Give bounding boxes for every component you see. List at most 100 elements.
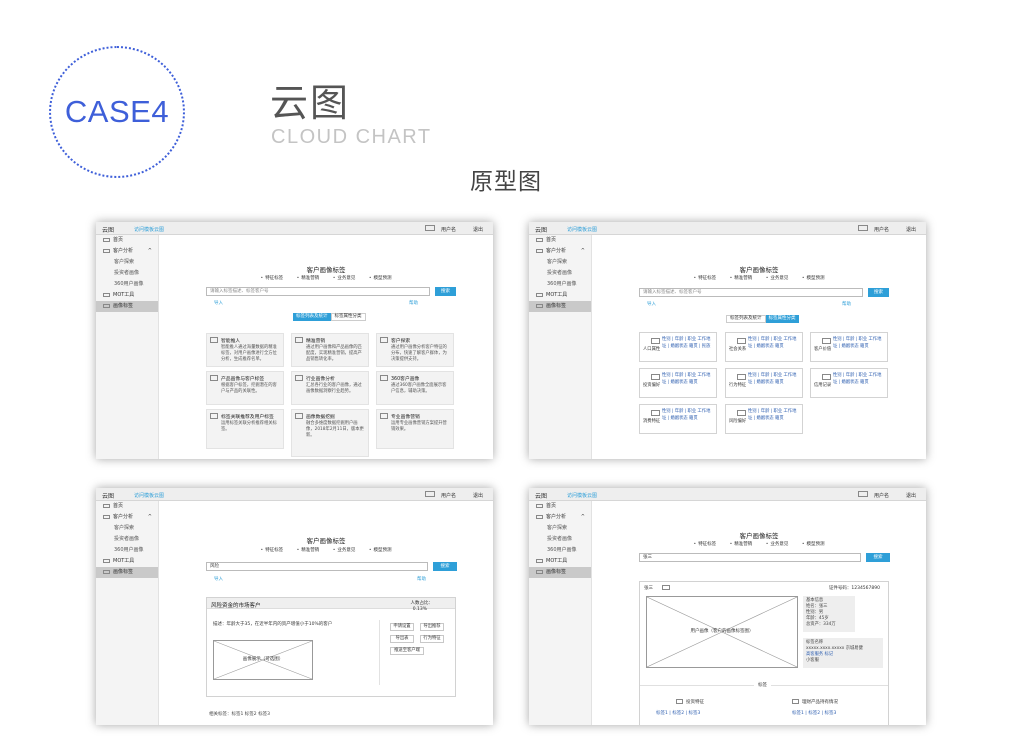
option-marketing[interactable]: 精准营销: [730, 276, 753, 281]
option-model[interactable]: 模型预测: [802, 542, 825, 547]
tag-category-card[interactable]: 人口属性 性别 | 年龄 | 职业 工作地址 | 婚姻状态 籍贯 | 民族: [639, 332, 717, 362]
mail-icon[interactable]: [858, 491, 868, 497]
tag-category-card[interactable]: 消费特征 性别 | 年龄 | 职业 工作地址 | 婚姻状态 籍贯: [639, 404, 717, 434]
import-link[interactable]: 导入: [214, 576, 223, 582]
sidebar-item-360[interactable]: 360用户画像: [96, 279, 158, 290]
sidebar-item-analysis[interactable]: 客户分析 ^: [96, 246, 158, 257]
option-business[interactable]: 业务意见: [333, 276, 356, 281]
related-tags[interactable]: 相关标签：标签1 标签2 标签3: [209, 711, 270, 717]
sidebar-item-investor[interactable]: 投资者画像: [96, 534, 158, 545]
option-business[interactable]: 业务意见: [766, 276, 789, 281]
apply-settings-button[interactable]: 申请设置: [390, 623, 414, 631]
toggle-list[interactable]: 标签列表及统计: [293, 313, 331, 321]
sidebar-item-360[interactable]: 360用户画像: [529, 279, 591, 290]
export-recommend-button[interactable]: 导出推荐: [420, 623, 444, 631]
option-marketing[interactable]: 精准营销: [297, 276, 320, 281]
sidebar-item-analysis[interactable]: 客户分析 ^: [529, 246, 591, 257]
feature-card[interactable]: 专业画像营销 运用专业画像营销方案提升营销效果。: [376, 409, 454, 449]
import-link[interactable]: 导入: [214, 300, 223, 306]
sidebar-item-investor[interactable]: 投资者画像: [529, 268, 591, 279]
toggle-category[interactable]: 标签属性分类: [330, 313, 366, 321]
topbar-subnav-link[interactable]: 访问模板云图: [567, 492, 597, 499]
toggle-list[interactable]: 标签列表及统计: [726, 315, 766, 323]
option-business[interactable]: 业务意见: [333, 548, 356, 553]
push-client-button[interactable]: 推送至客户端: [390, 647, 424, 655]
export-table-button[interactable]: 导出表: [390, 635, 414, 643]
tag-category-card[interactable]: 投资偏好 性别 | 年龄 | 职业 工作地址 | 婚姻状态 籍贯: [639, 368, 717, 398]
sidebar-item-mot[interactable]: MOT工具: [529, 290, 591, 301]
tag-category-card[interactable]: 风险偏好 性别 | 年龄 | 职业 工作地址 | 婚姻状态 籍贯: [725, 404, 803, 434]
sidebar-item-analysis[interactable]: 客户分析 ^: [529, 512, 591, 523]
option-feature[interactable]: 特征标签: [694, 542, 717, 547]
feature-card[interactable]: 客户探索 通过用户画像分析客户特征的分布，快速了解客户群体，为决策提供支持。: [376, 333, 454, 367]
search-input[interactable]: 请输入标签描述、标签客户号: [206, 287, 430, 296]
feature-card[interactable]: 产品画像与客户标签 根据客户标签，挖掘潜在的客户与产品的关联性。: [206, 371, 284, 405]
tag-category-card[interactable]: 客户价值 性别 | 年龄 | 职业 工作地址 | 婚姻状态 籍贯: [810, 332, 888, 362]
user-name[interactable]: 用户名: [874, 492, 889, 499]
search-button[interactable]: 搜索: [866, 553, 890, 562]
option-marketing[interactable]: 精准营销: [297, 548, 320, 553]
tag-category-card[interactable]: 信用记录 性别 | 年龄 | 职业 工作地址 | 婚姻状态 籍贯: [810, 368, 888, 398]
search-button[interactable]: 搜索: [435, 287, 456, 296]
tag-category-card[interactable]: 行为特征 性别 | 年龄 | 职业 工作地址 | 婚姻状态 籍贯: [725, 368, 803, 398]
search-input[interactable]: 请输入标签描述、标签客户号: [639, 288, 863, 297]
feature-card[interactable]: 行业画像分析 汇总各行业的客户画像，通过画像数据洞察行业趋势。: [291, 371, 369, 405]
sidebar-item-360[interactable]: 360用户画像: [96, 545, 158, 556]
sidebar-item-tags[interactable]: 画像标签: [96, 301, 158, 312]
sidebar-item-tags[interactable]: 画像标签: [96, 567, 158, 578]
mail-icon[interactable]: [662, 585, 670, 590]
feature-card[interactable]: 智能推人 智能推人通过海量数据的精准标签，对用户画像进行全方位分析，生成推荐名单。: [206, 333, 284, 367]
user-name[interactable]: 用户名: [441, 492, 456, 499]
logout-link[interactable]: 退出: [473, 226, 483, 233]
sidebar-item-home[interactable]: 首页: [96, 235, 158, 246]
topbar-subnav-link[interactable]: 访问模板云图: [134, 226, 164, 233]
user-name[interactable]: 用户名: [874, 226, 889, 233]
tag-category-card[interactable]: 社会关系 性别 | 年龄 | 职业 工作地址 | 婚姻状态 籍贯: [725, 332, 803, 362]
user-name[interactable]: 用户名: [441, 226, 456, 233]
option-model[interactable]: 模型预测: [369, 548, 392, 553]
option-feature[interactable]: 特征标签: [261, 548, 284, 553]
option-feature[interactable]: 特征标签: [261, 276, 284, 281]
mail-icon[interactable]: [425, 225, 435, 231]
search-input[interactable]: 风险: [206, 562, 428, 571]
option-model[interactable]: 模型预测: [369, 276, 392, 281]
help-link[interactable]: 帮助: [842, 301, 851, 307]
option-model[interactable]: 模型预测: [802, 276, 825, 281]
sidebar-item-home[interactable]: 首页: [96, 501, 158, 512]
sidebar-item-investor[interactable]: 投资者画像: [529, 534, 591, 545]
feature-card[interactable]: 360客户画像 通过360客户画像全面展示客户信息，辅助决策。: [376, 371, 454, 405]
feature-card[interactable]: 精准营销 通过用户画像和产品画像的匹配度，实现精准营销，提高产品销售转化率。: [291, 333, 369, 367]
topbar-subnav-link[interactable]: 访问模板云图: [134, 492, 164, 499]
sidebar-item-360[interactable]: 360用户画像: [529, 545, 591, 556]
sidebar-item-explore[interactable]: 客户探索: [529, 523, 591, 534]
mail-icon[interactable]: [858, 225, 868, 231]
sidebar-item-mot[interactable]: MOT工具: [96, 556, 158, 567]
sidebar-item-analysis[interactable]: 客户分析 ^: [96, 512, 158, 523]
topbar-subnav-link[interactable]: 访问模板云图: [567, 226, 597, 233]
sidebar-item-explore[interactable]: 客户探索: [96, 257, 158, 268]
sidebar-item-explore[interactable]: 客户探索: [529, 257, 591, 268]
import-link[interactable]: 导入: [647, 301, 656, 307]
option-marketing[interactable]: 精准营销: [730, 542, 753, 547]
toggle-category[interactable]: 标签属性分类: [765, 315, 799, 323]
help-link[interactable]: 帮助: [417, 576, 426, 582]
sidebar-item-tags[interactable]: 画像标签: [529, 567, 591, 578]
sub-right-values[interactable]: 标签1 | 标签2 | 标签3: [792, 710, 836, 716]
feature-card[interactable]: 画像数据挖掘 融合多维度数据挖掘用户画像，2018年2月11日，版本更新。: [291, 409, 369, 457]
search-button[interactable]: 搜索: [433, 562, 457, 571]
sidebar-item-home[interactable]: 首页: [529, 235, 591, 246]
sidebar-item-mot[interactable]: MOT工具: [96, 290, 158, 301]
sub-left-values[interactable]: 标签1 | 标签2 | 标签3: [656, 710, 700, 716]
search-button[interactable]: 搜索: [868, 288, 889, 297]
sidebar-item-explore[interactable]: 客户探索: [96, 523, 158, 534]
help-link[interactable]: 帮助: [409, 300, 418, 306]
search-input[interactable]: 张三: [639, 553, 861, 562]
sidebar-item-tags[interactable]: 画像标签: [529, 301, 591, 312]
option-feature[interactable]: 特征标签: [694, 276, 717, 281]
logout-link[interactable]: 退出: [473, 492, 483, 499]
sidebar-item-home[interactable]: 首页: [529, 501, 591, 512]
option-business[interactable]: 业务意见: [766, 542, 789, 547]
sidebar-item-mot[interactable]: MOT工具: [529, 556, 591, 567]
logout-link[interactable]: 退出: [906, 492, 916, 499]
feature-card[interactable]: 标签关联推荐及用户标签 运用标签关联分析推荐相关标签。: [206, 409, 284, 449]
